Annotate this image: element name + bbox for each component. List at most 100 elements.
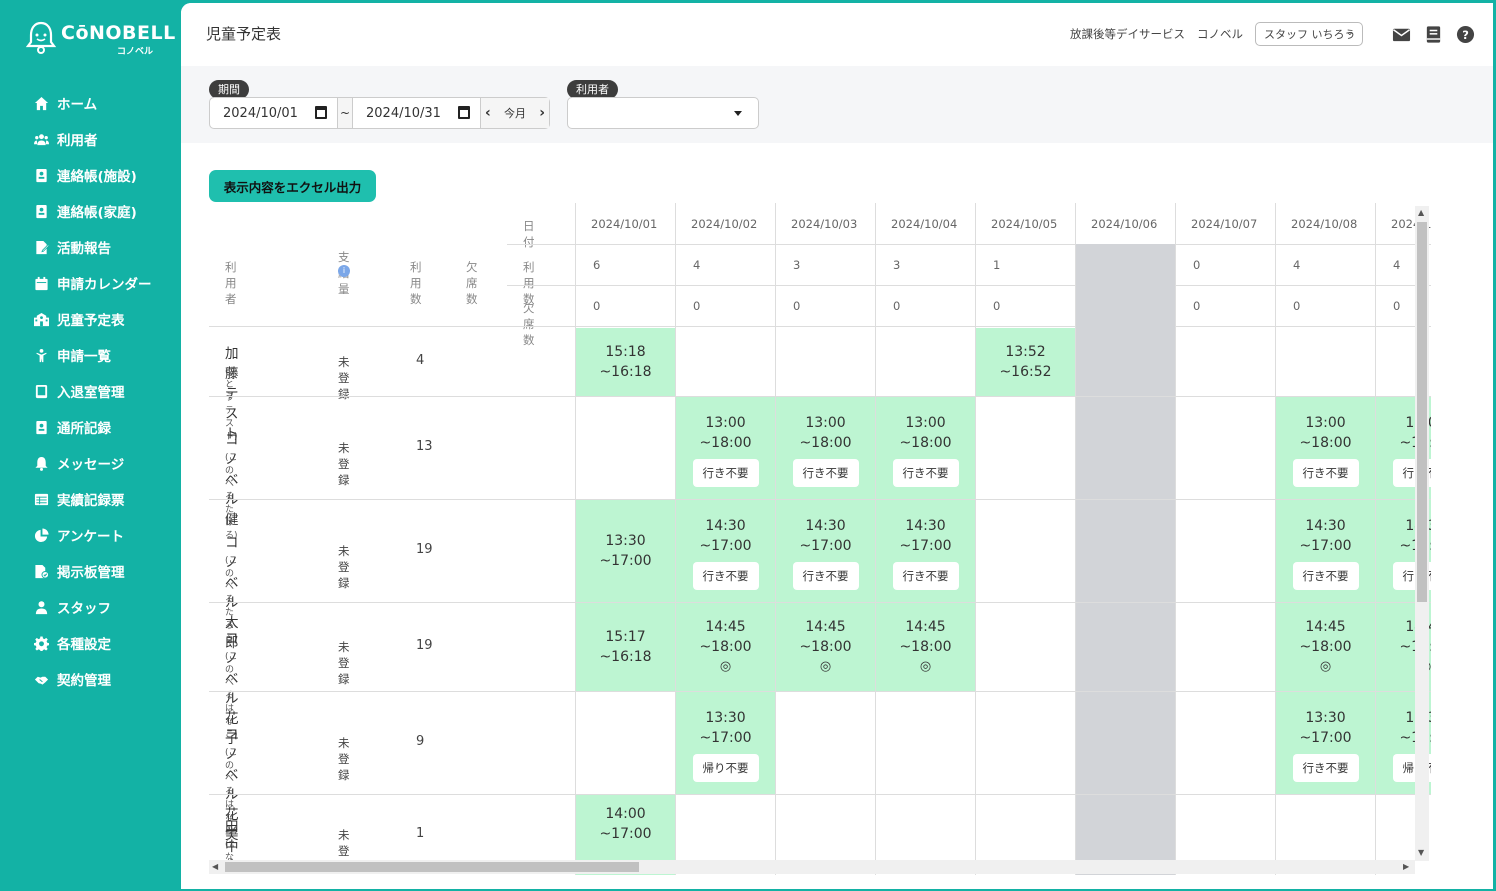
sidebar-item-activity-report[interactable]: 活動報告 bbox=[0, 229, 181, 265]
sidebar-item-contact-facility[interactable]: 連絡帳(施設) bbox=[0, 157, 181, 193]
sidebar-item-performance-record[interactable]: 実績記録票 bbox=[0, 481, 181, 517]
sidebar-item-home[interactable]: ホーム bbox=[0, 85, 181, 121]
no-pickup-tag[interactable]: 行き不要 bbox=[792, 458, 859, 487]
sidebar-item-survey[interactable]: アンケート bbox=[0, 517, 181, 553]
manual-book-icon[interactable] bbox=[1423, 24, 1443, 44]
user-supply-status: 未登録 bbox=[338, 354, 350, 401]
uses-count bbox=[1075, 244, 1175, 285]
sidebar-item-settings[interactable]: 各種設定 bbox=[0, 625, 181, 661]
scroll-up-icon[interactable]: ▲ bbox=[1418, 208, 1424, 217]
schedule-slot: 15:17 ~16:18 bbox=[576, 627, 675, 667]
bell-icon bbox=[33, 455, 49, 471]
sidebar-item-child-schedule[interactable]: 児童予定表 bbox=[0, 301, 181, 337]
absent-count bbox=[1075, 285, 1175, 326]
end-time: ~18:00 bbox=[899, 434, 952, 451]
schedule-slot: 14:30 ~17:00 行き不要 bbox=[876, 516, 975, 590]
users-icon bbox=[33, 131, 49, 147]
end-time: ~16:52 bbox=[999, 363, 1052, 380]
service-name: 放課後等デイサービス bbox=[1070, 27, 1185, 41]
schedule-slot: 13:30 ~17:00 帰り不要 bbox=[676, 708, 775, 782]
prev-month-button[interactable]: ‹ bbox=[485, 105, 491, 121]
start-time: 13:30 bbox=[605, 532, 646, 549]
info-icon[interactable]: i bbox=[338, 265, 350, 277]
absent-count: 0 bbox=[893, 298, 901, 313]
user-supply-status: 未登録 bbox=[338, 543, 350, 590]
vertical-scroll-thumb[interactable] bbox=[1417, 222, 1427, 602]
date-from-input[interactable]: 2024/10/01 bbox=[210, 98, 337, 128]
no-pickup-tag[interactable]: 行き不要 bbox=[1292, 458, 1359, 487]
contact-book-icon bbox=[33, 203, 49, 219]
no-pickup-tag[interactable]: 行き不要 bbox=[1292, 753, 1359, 782]
date-header[interactable]: 2024/10/01 bbox=[575, 203, 675, 244]
col-header-user: 利用者 bbox=[225, 260, 237, 306]
start-time: 14:45 bbox=[805, 618, 846, 635]
sidebar-item-users[interactable]: 利用者 bbox=[0, 121, 181, 157]
date-header[interactable]: 2024/10/07 bbox=[1175, 203, 1275, 244]
date-header[interactable]: 2024/10/03 bbox=[775, 203, 875, 244]
date-header[interactable]: 2024/10/06 bbox=[1075, 203, 1175, 244]
date-header[interactable]: 2024/10/02 bbox=[675, 203, 775, 244]
circle-mark: ◎ bbox=[819, 658, 832, 674]
circle-mark: ◎ bbox=[719, 658, 732, 674]
date-header[interactable]: 2024/10/05 bbox=[975, 203, 1075, 244]
no-pickup-tag[interactable]: 行き不要 bbox=[1292, 561, 1359, 590]
sidebar-item-request-calendar[interactable]: 申請カレンダー bbox=[0, 265, 181, 301]
absent-count: 0 bbox=[993, 298, 1001, 313]
no-pickup-tag[interactable]: 行き不要 bbox=[792, 561, 859, 590]
schedule-slot: 14:45 ~18:00 ◎ bbox=[876, 617, 975, 677]
start-time: 14:30 bbox=[705, 517, 746, 534]
scroll-down-icon[interactable]: ▼ bbox=[1418, 848, 1424, 857]
staff-select[interactable]: スタッフ いちろう ⌄ bbox=[1255, 22, 1363, 46]
this-month-button[interactable]: 今月 bbox=[504, 105, 526, 121]
sidebar-item-label: アンケート bbox=[57, 529, 124, 545]
vertical-scrollbar[interactable]: ▲ ▼ bbox=[1415, 206, 1429, 861]
row-divider bbox=[209, 326, 1431, 327]
sidebar-item-entry-exit[interactable]: 入退室管理 bbox=[0, 373, 181, 409]
schedule-slot: 15:18 ~16:18 bbox=[576, 342, 675, 382]
sidebar-item-staff[interactable]: スタッフ bbox=[0, 589, 181, 625]
sidebar-item-attendance-record[interactable]: 通所記録 bbox=[0, 409, 181, 445]
end-time: ~17:00 bbox=[599, 552, 652, 569]
horizontal-scroll-thumb[interactable] bbox=[225, 862, 639, 872]
date-header[interactable]: 2024/10/04 bbox=[875, 203, 975, 244]
horizontal-scrollbar[interactable]: ◀ ▶ bbox=[209, 860, 1415, 874]
start-time: 15:17 bbox=[605, 628, 646, 645]
date-to-input[interactable]: 2024/10/31 bbox=[353, 98, 480, 128]
date-header[interactable]: 2024/10/08 bbox=[1275, 203, 1375, 244]
sidebar-item-contact-home[interactable]: 連絡帳(家庭) bbox=[0, 193, 181, 229]
next-month-button[interactable]: › bbox=[539, 105, 545, 121]
sidebar-item-label: 活動報告 bbox=[57, 241, 111, 257]
scroll-right-icon[interactable]: ▶ bbox=[1403, 862, 1409, 871]
logo[interactable]: CōNOBELL コノベル bbox=[25, 20, 175, 60]
sidebar-item-label: 契約管理 bbox=[57, 673, 111, 689]
no-return-tag[interactable]: 帰り不要 bbox=[692, 753, 759, 782]
end-time: ~18:00 bbox=[699, 434, 752, 451]
sidebar-item-contract[interactable]: 契約管理 bbox=[0, 661, 181, 697]
sidebar-item-message[interactable]: メッセージ bbox=[0, 445, 181, 481]
sidebar-item-board[interactable]: 掲示板管理 bbox=[0, 553, 181, 589]
row-divider bbox=[209, 691, 1431, 692]
schedule-slot: 14:45 ~18:00 ◎ bbox=[776, 617, 875, 677]
sidebar-item-label: 利用者 bbox=[57, 133, 98, 149]
tablet-icon bbox=[33, 383, 49, 399]
sidebar-item-request-list[interactable]: 申請一覧 bbox=[0, 337, 181, 373]
no-pickup-tag[interactable]: 行き不要 bbox=[892, 458, 959, 487]
no-pickup-tag[interactable]: 行き不要 bbox=[892, 561, 959, 590]
calendar-icon bbox=[315, 106, 327, 119]
export-excel-button[interactable]: 表示内容をエクセル出力 bbox=[209, 170, 376, 202]
uses-count: 6 bbox=[593, 257, 601, 272]
schedule-table: 利用者 支給量 i 利用数 欠席数 日付 利用数 欠席数 2024/10/016… bbox=[209, 203, 1431, 875]
mail-icon[interactable] bbox=[1391, 24, 1411, 44]
end-time: ~17:00 bbox=[1299, 729, 1352, 746]
no-pickup-tag[interactable]: 行き不要 bbox=[692, 458, 759, 487]
calendar-icon bbox=[458, 106, 470, 119]
sidebar-item-label: 申請カレンダー bbox=[57, 277, 152, 293]
end-time: ~18:00 bbox=[1299, 434, 1352, 451]
sidebar-item-label: 児童予定表 bbox=[57, 313, 125, 329]
svg-text:?: ? bbox=[1462, 27, 1469, 41]
user-select[interactable] bbox=[567, 97, 759, 129]
scroll-left-icon[interactable]: ◀ bbox=[212, 862, 218, 871]
sidebar-item-label: スタッフ bbox=[57, 601, 111, 617]
help-icon[interactable]: ? bbox=[1455, 24, 1475, 44]
no-pickup-tag[interactable]: 行き不要 bbox=[692, 561, 759, 590]
